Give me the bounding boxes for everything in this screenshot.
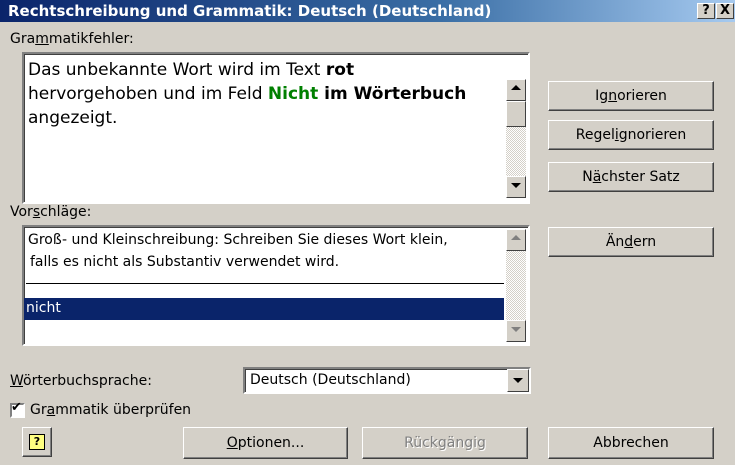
window-title: Rechtschreibung und Grammatik: Deutsch (… [8, 2, 492, 20]
ignore-rule-button[interactable]: Regel i gnorieren [548, 120, 714, 150]
assistant-icon: ? [29, 434, 45, 450]
suggestions-scroll-up-button[interactable] [506, 229, 526, 251]
dictionary-language-value: Deutsch (Deutschland) [250, 372, 411, 388]
dictionary-dropdown-button[interactable] [507, 369, 529, 392]
options-button[interactable]: Optionen... [183, 427, 348, 459]
error-scroll-up-button[interactable] [506, 79, 526, 101]
cancel-button[interactable]: Abbrechen [548, 427, 714, 459]
suggestions-scroll-down-button[interactable] [506, 320, 526, 342]
dictionary-language-label: Wörterbuchsprache: [10, 373, 152, 389]
suggestion-item-selected[interactable]: nicht [24, 298, 504, 320]
next-sentence-button[interactable]: Nä chster Satz [548, 162, 714, 192]
arrow-up-icon [511, 85, 521, 90]
grammar-error-text: Das unbekannte Wort wird im Text rot her… [28, 60, 467, 128]
office-assistant-button[interactable]: ? [22, 427, 52, 457]
chevron-down-icon [513, 378, 523, 383]
grammar-check-label: Grammatik überprüfen [30, 402, 192, 418]
arrow-up-icon [511, 235, 521, 240]
ignore-button[interactable]: Ig n orieren [548, 81, 714, 111]
undo-button[interactable]: Rückgängig [362, 427, 528, 459]
checkmark-icon: ✔ [11, 400, 22, 415]
suggestion-hint-line-2: falls es nicht als Substantiv verwendet … [30, 254, 340, 270]
suggestion-divider [26, 283, 504, 284]
error-scroll-down-button[interactable] [506, 176, 526, 198]
grammar-error-label: Grammatikfehler: [10, 31, 134, 47]
suggestions-label: Vorschläge: [10, 204, 92, 220]
arrow-down-icon [511, 327, 521, 332]
change-button[interactable]: Än d ern [548, 227, 714, 257]
close-title-button[interactable]: X [716, 3, 734, 19]
suggestion-hint-line-1: Groß- und Kleinschreibung: Schreiben Sie… [28, 232, 448, 248]
help-title-button[interactable]: ? [697, 3, 715, 19]
error-scroll-thumb[interactable] [506, 101, 526, 127]
arrow-down-icon [511, 183, 521, 188]
